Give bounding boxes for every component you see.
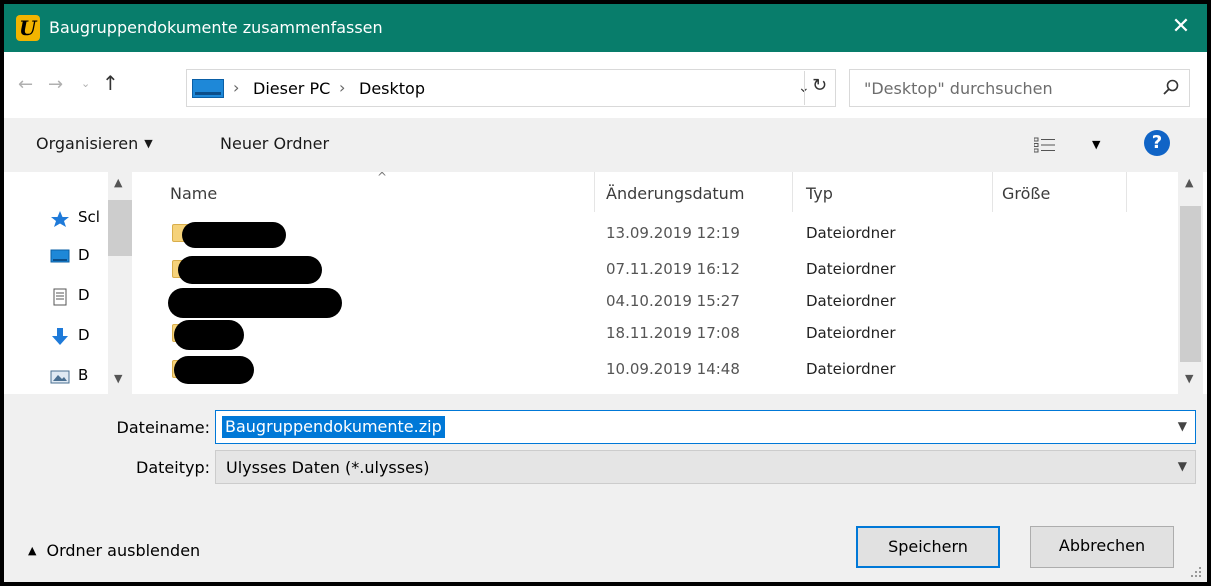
table-row[interactable]: 18.11.2019 17:08 Dateiordner [136, 320, 1178, 353]
scroll-up-icon[interactable]: ▲ [1185, 176, 1193, 189]
cell-type: Dateiordner [806, 224, 896, 242]
column-divider[interactable] [992, 172, 993, 212]
cell-date: 04.10.2019 15:27 [606, 292, 740, 310]
redaction-mark [168, 288, 342, 318]
breadcrumb-this-pc[interactable]: Dieser PC [253, 79, 330, 98]
close-button[interactable]: ✕ [1161, 9, 1201, 45]
column-header-name[interactable]: Name [170, 184, 217, 203]
redaction-mark [174, 320, 244, 350]
desktop-icon [50, 249, 70, 263]
column-divider[interactable] [1126, 172, 1127, 212]
navigation-bar: ← → ⌄ ↑ › Dieser PC › Desktop ⌄ ↻ "Deskt… [4, 52, 1207, 118]
nav-item-label: D [78, 286, 90, 304]
filetype-label: Dateityp: [136, 458, 210, 477]
column-header-date[interactable]: Änderungsdatum [606, 184, 744, 203]
column-header-size[interactable]: Größe [1002, 184, 1050, 203]
save-button[interactable]: Speichern [856, 526, 1000, 568]
quick-access-star-icon [51, 211, 69, 227]
window-title: Baugruppendokumente zusammenfassen [49, 18, 383, 37]
column-header-type[interactable]: Typ [806, 184, 833, 203]
cell-type: Dateiordner [806, 292, 896, 310]
help-icon[interactable]: ? [1144, 130, 1170, 156]
breadcrumb-separator: › [233, 78, 240, 97]
recent-locations-chevron-icon[interactable]: ⌄ [81, 77, 90, 90]
cell-type: Dateiordner [806, 260, 896, 278]
filename-field[interactable]: Baugruppendokumente.zip ▼ [215, 410, 1196, 444]
chevron-down-icon[interactable]: ▼ [1178, 419, 1187, 433]
refresh-icon[interactable]: ↻ [804, 71, 834, 105]
cell-date: 10.09.2019 14:48 [606, 360, 740, 378]
cancel-button[interactable]: Abbrechen [1030, 526, 1174, 568]
documents-icon [53, 288, 67, 306]
cell-type: Dateiordner [806, 360, 896, 378]
ulysses-logo-icon: U [16, 15, 40, 41]
column-divider[interactable] [792, 172, 793, 212]
cell-date: 18.11.2019 17:08 [606, 324, 740, 342]
redaction-mark [182, 222, 286, 248]
filetype-value: Ulysses Daten (*.ulysses) [226, 458, 430, 477]
forward-arrow-icon[interactable]: → [48, 74, 63, 95]
nav-item-label: D [78, 246, 90, 264]
pictures-icon [50, 370, 70, 384]
scroll-up-icon[interactable]: ▲ [114, 176, 122, 189]
column-divider[interactable] [594, 172, 595, 212]
nav-item-label: Scl [78, 208, 100, 226]
view-options-icon[interactable] [1034, 137, 1056, 153]
nav-item-label: B [78, 366, 89, 384]
hide-folders-toggle[interactable]: ▲ Ordner ausblenden [28, 541, 200, 560]
chevron-down-icon[interactable]: ▼ [1178, 459, 1187, 473]
command-bar: Organisieren ▼ Neuer Ordner ▼ ? [4, 118, 1207, 172]
redaction-mark [178, 256, 322, 284]
breadcrumb-desktop[interactable]: Desktop [359, 79, 425, 98]
caret-down-icon: ▼ [144, 137, 153, 150]
scroll-down-icon[interactable]: ▼ [114, 372, 122, 385]
up-arrow-icon[interactable]: ↑ [102, 71, 119, 95]
new-folder-button[interactable]: Neuer Ordner [220, 134, 329, 153]
this-pc-icon [192, 79, 224, 98]
back-arrow-icon[interactable]: ← [18, 74, 33, 95]
scrollbar-thumb[interactable] [108, 200, 132, 256]
nav-pane-scrollbar[interactable]: ▲ ▼ [108, 172, 132, 394]
title-bar: U Baugruppendokumente zusammenfassen ✕ [4, 4, 1207, 52]
redaction-mark [174, 356, 254, 384]
address-bar[interactable]: › Dieser PC › Desktop ⌄ [186, 69, 836, 107]
filetype-select[interactable]: Ulysses Daten (*.ulysses) ▼ [215, 450, 1196, 484]
file-list-scrollbar[interactable]: ▲ ▼ [1178, 172, 1203, 394]
table-row[interactable]: 10.09.2019 14:48 Dateiordner [136, 356, 1178, 389]
scrollbar-thumb[interactable] [1180, 206, 1201, 362]
file-list: ^ Name Änderungsdatum Typ Größe 13.09.20… [136, 170, 1178, 394]
table-row[interactable]: 07.11.2019 16:12 Dateiordner [136, 256, 1178, 289]
chevron-up-icon: ▲ [28, 544, 37, 557]
filename-label: Dateiname: [116, 418, 210, 437]
filename-value: Baugruppendokumente.zip [222, 416, 445, 438]
sort-ascending-icon: ^ [377, 170, 388, 184]
nav-item-label: D [78, 326, 90, 344]
search-placeholder: "Desktop" durchsuchen [864, 79, 1053, 98]
view-caret-down-icon[interactable]: ▼ [1092, 138, 1100, 151]
save-form: Dateiname: Baugruppendokumente.zip ▼ Dat… [4, 394, 1207, 582]
resize-grip-icon[interactable] [1190, 566, 1202, 578]
organize-label: Organisieren [36, 134, 139, 153]
scroll-down-icon[interactable]: ▼ [1185, 372, 1193, 385]
cell-date: 07.11.2019 16:12 [606, 260, 740, 278]
organize-menu[interactable]: Organisieren ▼ [36, 134, 153, 153]
search-icon[interactable] [1162, 78, 1180, 96]
table-row[interactable]: 13.09.2019 12:19 Dateiordner [136, 220, 1178, 253]
navigation-pane: Scl D D D B ▲ ▼ [4, 172, 132, 394]
cell-type: Dateiordner [806, 324, 896, 342]
hide-folders-label: Ordner ausblenden [46, 541, 201, 560]
breadcrumb-separator: › [339, 78, 346, 97]
cell-date: 13.09.2019 12:19 [606, 224, 740, 242]
table-row[interactable]: 04.10.2019 15:27 Dateiordner [136, 288, 1178, 321]
downloads-icon [52, 328, 68, 345]
search-input[interactable]: "Desktop" durchsuchen [849, 69, 1190, 107]
